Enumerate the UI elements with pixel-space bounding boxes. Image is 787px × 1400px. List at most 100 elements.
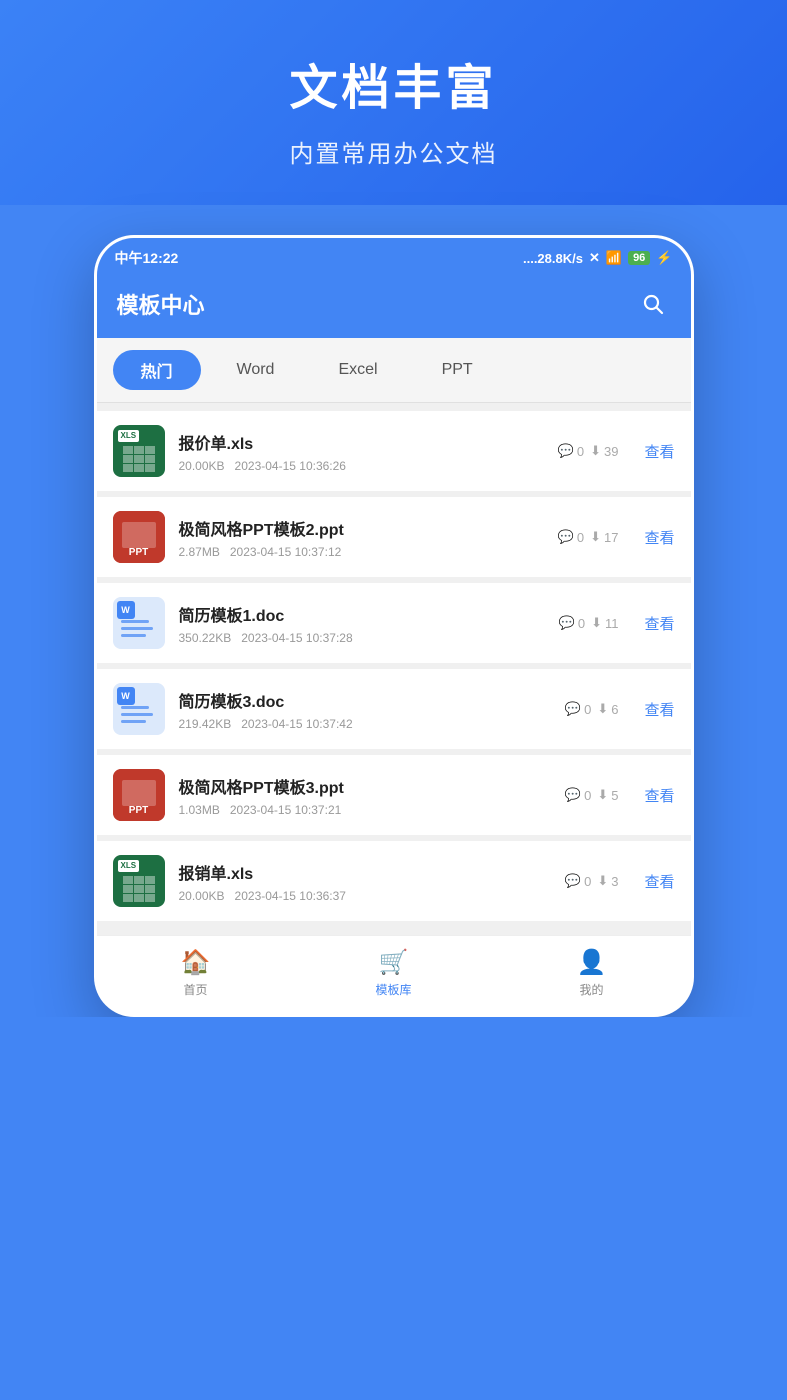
file-stats: 💬 0 ⬇ 39: [558, 443, 619, 459]
comment-stat: 💬 0: [559, 615, 585, 631]
download-count: 39: [604, 444, 618, 459]
nav-template-label: 模板库: [375, 981, 411, 998]
comment-count: 0: [584, 702, 591, 717]
promo-section: 文档丰富 内置常用办公文档: [0, 0, 787, 205]
status-time: 中午12:22: [115, 248, 179, 268]
comment-icon: 💬: [558, 529, 574, 545]
view-button[interactable]: 查看: [632, 613, 674, 634]
network-speed: ....28.8K/s: [523, 251, 583, 266]
view-button[interactable]: 查看: [632, 699, 674, 720]
status-right: ....28.8K/s ✕ 📶 96 ⚡: [523, 250, 673, 266]
file-name: 简历模板1.doc: [179, 602, 545, 626]
phone-frame: 中午12:22 ....28.8K/s ✕ 📶 96 ⚡ 模板中心 热门 Wor…: [94, 235, 694, 1017]
bottom-background: [0, 1017, 787, 1400]
comment-count: 0: [584, 788, 591, 803]
view-button[interactable]: 查看: [632, 785, 674, 806]
comment-stat: 💬 0: [565, 787, 591, 803]
battery-icon: 96: [628, 251, 650, 265]
nav-home[interactable]: 🏠 首页: [156, 948, 236, 998]
view-button[interactable]: 查看: [632, 441, 674, 462]
file-stats: 💬 0 ⬇ 5: [565, 787, 619, 803]
file-meta: 2.87MB 2023-04-15 10:37:12: [179, 545, 544, 559]
nav-template[interactable]: 🛒 模板库: [354, 948, 434, 998]
wifi-icon: 📶: [606, 250, 622, 266]
download-icon: ⬇: [590, 529, 601, 545]
file-icon-ppt: PPT: [113, 511, 165, 563]
download-stat: ⬇ 5: [597, 787, 618, 803]
mine-icon: 👤: [577, 948, 607, 977]
app-header-title: 模板中心: [117, 288, 205, 320]
main-title: 文档丰富: [289, 48, 497, 118]
tab-hot[interactable]: 热门: [113, 350, 201, 390]
list-item[interactable]: W 简历模板3.doc 219.42KB 2023-04-15 10:37:42: [97, 669, 691, 749]
download-icon: ⬇: [590, 443, 601, 459]
status-bar: 中午12:22 ....28.8K/s ✕ 📶 96 ⚡: [97, 238, 691, 276]
home-icon: 🏠: [181, 948, 211, 977]
file-icon-doc: W: [113, 597, 165, 649]
comment-stat: 💬 0: [565, 701, 591, 717]
download-icon: ⬇: [597, 873, 608, 889]
download-count: 17: [604, 530, 618, 545]
file-meta: 350.22KB 2023-04-15 10:37:28: [179, 631, 545, 645]
comment-stat: 💬 0: [565, 873, 591, 889]
download-icon: ⬇: [597, 701, 608, 717]
file-stats: 💬 0 ⬇ 17: [558, 529, 619, 545]
comment-stat: 💬 0: [558, 529, 584, 545]
file-meta: 219.42KB 2023-04-15 10:37:42: [179, 717, 551, 731]
comment-stat: 💬 0: [558, 443, 584, 459]
nav-mine[interactable]: 👤 我的: [552, 948, 632, 998]
download-icon: ⬇: [597, 787, 608, 803]
download-stat: ⬇ 6: [597, 701, 618, 717]
download-count: 5: [611, 788, 618, 803]
file-stats: 💬 0 ⬇ 6: [565, 701, 619, 717]
download-stat: ⬇ 11: [591, 615, 618, 631]
comment-icon: 💬: [559, 615, 575, 631]
tab-ppt[interactable]: PPT: [414, 350, 501, 390]
file-icon-xls: XLS: [113, 855, 165, 907]
list-item[interactable]: PPT 极简风格PPT模板3.ppt 1.03MB 2023-04-15 10:…: [97, 755, 691, 835]
file-size: 219.42KB: [179, 717, 232, 731]
list-item[interactable]: XLS 报销单.xls 20.00KB 2023-04-15 10:36:37: [97, 841, 691, 921]
file-date: 2023-04-15 10:37:12: [230, 545, 341, 559]
download-stat: ⬇ 17: [590, 529, 618, 545]
file-size: 2.87MB: [179, 545, 220, 559]
tab-excel[interactable]: Excel: [310, 350, 405, 390]
list-item[interactable]: XLS 报价单.xls 20.00KB 2023-04-15 10:36:26: [97, 411, 691, 491]
file-info: 极简风格PPT模板3.ppt 1.03MB 2023-04-15 10:37:2…: [179, 774, 551, 817]
file-meta: 1.03MB 2023-04-15 10:37:21: [179, 803, 551, 817]
template-icon: 🛒: [379, 948, 409, 977]
file-info: 简历模板3.doc 219.42KB 2023-04-15 10:37:42: [179, 688, 551, 731]
nav-home-label: 首页: [183, 981, 207, 998]
file-icon-ppt: PPT: [113, 769, 165, 821]
list-item[interactable]: PPT 极简风格PPT模板2.ppt 2.87MB 2023-04-15 10:…: [97, 497, 691, 577]
file-date: 2023-04-15 10:36:37: [235, 889, 346, 903]
file-info: 报价单.xls 20.00KB 2023-04-15 10:36:26: [179, 430, 544, 473]
file-info: 极简风格PPT模板2.ppt 2.87MB 2023-04-15 10:37:1…: [179, 516, 544, 559]
file-name: 极简风格PPT模板3.ppt: [179, 774, 551, 798]
download-stat: ⬇ 3: [597, 873, 618, 889]
file-meta: 20.00KB 2023-04-15 10:36:26: [179, 459, 544, 473]
file-name: 简历模板3.doc: [179, 688, 551, 712]
file-stats: 💬 0 ⬇ 3: [565, 873, 619, 889]
search-button[interactable]: [635, 286, 671, 322]
word-badge: W: [117, 601, 135, 619]
download-stat: ⬇ 39: [590, 443, 618, 459]
file-date: 2023-04-15 10:37:28: [241, 631, 352, 645]
list-item[interactable]: W 简历模板1.doc 350.22KB 2023-04-15 10:37:28: [97, 583, 691, 663]
view-button[interactable]: 查看: [632, 527, 674, 548]
charging-icon: ⚡: [656, 250, 672, 266]
file-name: 报价单.xls: [179, 430, 544, 454]
nav-mine-label: 我的: [579, 981, 603, 998]
file-info: 报销单.xls 20.00KB 2023-04-15 10:36:37: [179, 860, 551, 903]
sub-title: 内置常用办公文档: [290, 134, 498, 169]
comment-icon: 💬: [565, 787, 581, 803]
file-date: 2023-04-15 10:37:21: [230, 803, 341, 817]
file-size: 20.00KB: [179, 459, 225, 473]
app-header: 模板中心: [97, 276, 691, 338]
tab-word[interactable]: Word: [209, 350, 303, 390]
comment-count: 0: [578, 616, 585, 631]
file-icon-xls: XLS: [113, 425, 165, 477]
file-size: 1.03MB: [179, 803, 220, 817]
view-button[interactable]: 查看: [632, 871, 674, 892]
file-icon-doc: W: [113, 683, 165, 735]
